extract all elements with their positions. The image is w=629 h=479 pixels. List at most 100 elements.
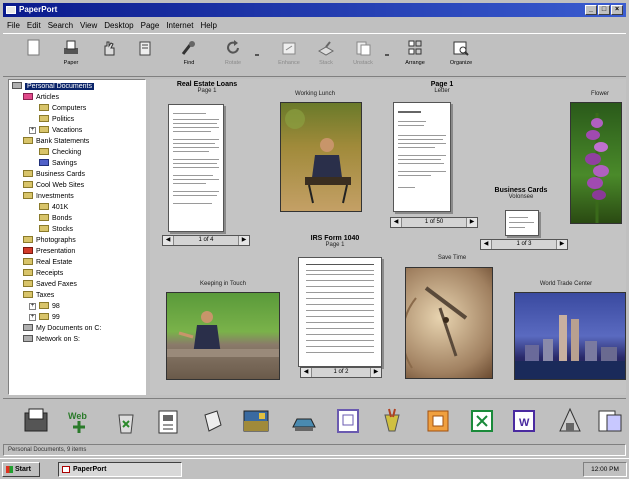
expand-icon[interactable]: +	[29, 314, 36, 321]
desktop-view[interactable]: Real Estate Loans Page 1 ◀ 1 of 4 ▶ Work…	[150, 79, 626, 395]
tree-item-98[interactable]: 98	[39, 301, 60, 312]
prev-page-button[interactable]: ◀	[481, 240, 492, 249]
arrange-icon	[406, 39, 424, 57]
doc-irs-form[interactable]: IRS Form 1040 Page 1	[300, 235, 370, 248]
next-page-button[interactable]: ▶	[556, 240, 567, 249]
doc-page-thumbnail[interactable]	[168, 104, 224, 232]
doc-business-cards[interactable]: Business Cards Volonsee	[482, 187, 560, 200]
minimize-button[interactable]: _	[585, 5, 597, 15]
tree-item-politics[interactable]: Politics	[39, 114, 74, 125]
tree-item-personal-documents[interactable]: Personal Documents	[12, 81, 94, 92]
tree-item-computers[interactable]: Computers	[39, 103, 86, 114]
mail-icon[interactable]	[595, 405, 625, 437]
printer-icon[interactable]	[153, 405, 183, 437]
menu-view[interactable]: View	[80, 19, 97, 32]
tree-item-photographs[interactable]: Photographs	[23, 235, 76, 246]
photo-thumbnail[interactable]	[514, 292, 626, 380]
next-page-button[interactable]: ▶	[238, 236, 249, 245]
presentation-icon[interactable]	[423, 405, 453, 437]
doc-flower[interactable]: Flower	[572, 91, 628, 97]
tree-item-business-cards[interactable]: Business Cards	[23, 169, 85, 180]
menu-desktop[interactable]: Desktop	[104, 19, 133, 32]
page-navigator: ◀ 1 of 4 ▶	[162, 235, 250, 246]
find-button[interactable]: Find	[171, 37, 207, 75]
arrange-button[interactable]: Arrange	[397, 37, 433, 75]
doc-keeping-in-touch[interactable]: Keeping in Touch	[164, 281, 282, 287]
next-page-button[interactable]: ▶	[370, 368, 381, 377]
taskbar-app-paperport[interactable]: PaperPort	[58, 462, 182, 477]
doc-page-thumbnail[interactable]	[393, 102, 451, 212]
organize-button[interactable]: Organize	[443, 37, 479, 75]
ocr-icon[interactable]	[555, 405, 585, 437]
prev-page-button[interactable]: ◀	[301, 368, 312, 377]
close-button[interactable]: ×	[611, 5, 623, 15]
tree-item-cool-web-sites[interactable]: Cool Web Sites	[23, 180, 84, 191]
enhance-icon	[280, 39, 298, 57]
tree-item-taxes[interactable]: Taxes	[23, 290, 54, 301]
photo-thumbnail[interactable]	[570, 102, 622, 224]
rotate-button[interactable]: Rotate	[215, 37, 251, 75]
spreadsheet-icon[interactable]	[467, 405, 497, 437]
menu-internet[interactable]: Internet	[166, 19, 193, 32]
photo-thumbnail[interactable]	[166, 292, 280, 380]
folder-icon	[23, 191, 33, 199]
tree-item-401k[interactable]: 401K	[39, 202, 68, 213]
doc-world-trade-center[interactable]: World Trade Center	[510, 281, 622, 287]
doc-real-estate-loans[interactable]: Real Estate Loans Page 1	[162, 81, 252, 94]
web-icon[interactable]: Web	[65, 405, 95, 437]
menu-page[interactable]: Page	[141, 19, 160, 32]
photo-thumbnail[interactable]	[405, 267, 493, 379]
tree-item-stocks[interactable]: Stocks	[39, 224, 73, 235]
doc-working-lunch[interactable]: Working Lunch	[274, 91, 356, 97]
copy-icon[interactable]	[333, 405, 363, 437]
folder-icon	[39, 312, 49, 320]
folder-tree[interactable]: Personal Documents Articles Computers Po…	[8, 79, 146, 395]
tree-item-bank-statements[interactable]: Bank Statements	[23, 136, 89, 147]
paper-button[interactable]: Paper	[53, 37, 89, 75]
enhance-button[interactable]: Enhance	[271, 37, 307, 75]
tree-item-bonds[interactable]: Bonds	[39, 213, 72, 224]
start-button[interactable]: Start	[2, 462, 40, 477]
tree-item-presentation[interactable]: Presentation	[23, 246, 75, 257]
prev-page-button[interactable]: ◀	[391, 218, 402, 227]
menu-file[interactable]: File	[7, 19, 20, 32]
maximize-button[interactable]: □	[598, 5, 610, 15]
tree-item-savings[interactable]: Savings	[39, 158, 77, 169]
unstack-button[interactable]: Unstack	[345, 37, 381, 75]
tree-item-my-documents[interactable]: My Documents on C:	[23, 323, 101, 334]
photo-thumbnail[interactable]	[280, 102, 362, 212]
tree-item-saved-faxes[interactable]: Saved Faxes	[23, 279, 77, 290]
tree-item-vacations[interactable]: Vacations	[39, 125, 82, 136]
fax-icon[interactable]	[21, 405, 51, 437]
paint-icon[interactable]	[377, 405, 407, 437]
menu-edit[interactable]: Edit	[27, 19, 41, 32]
hand-button[interactable]	[91, 37, 127, 75]
cut-button[interactable]	[127, 37, 163, 75]
tree-item-99[interactable]: 99	[39, 312, 60, 323]
folder-icon	[23, 290, 33, 298]
word-icon[interactable]: W	[509, 405, 539, 437]
scanner-icon[interactable]	[289, 405, 319, 437]
menu-search[interactable]: Search	[48, 19, 73, 32]
expand-icon[interactable]: +	[29, 303, 36, 310]
tree-item-receipts[interactable]: Receipts	[23, 268, 63, 279]
tree-item-network[interactable]: Network on S:	[23, 334, 80, 345]
photo-editor-icon[interactable]	[241, 405, 271, 437]
tree-item-checking[interactable]: Checking	[39, 147, 81, 158]
menu-help[interactable]: Help	[200, 19, 216, 32]
globe-icon[interactable]	[197, 405, 227, 437]
doc-card-thumbnail[interactable]	[505, 210, 539, 236]
tree-item-articles[interactable]: Articles	[23, 92, 59, 103]
recycle-icon[interactable]	[111, 405, 141, 437]
stack-button[interactable]: Stack	[308, 37, 344, 75]
doc-save-time[interactable]: Save Time	[408, 255, 496, 261]
prev-page-button[interactable]: ◀	[163, 236, 174, 245]
new-page-button[interactable]	[15, 37, 51, 75]
doc-letter[interactable]: Page 1 Letter	[402, 81, 482, 94]
next-page-button[interactable]: ▶	[466, 218, 477, 227]
tree-item-real-estate[interactable]: Real Estate	[23, 257, 72, 268]
tree-item-investments[interactable]: Investments	[23, 191, 74, 202]
expand-icon[interactable]: +	[29, 127, 36, 134]
doc-page-thumbnail[interactable]	[298, 257, 382, 367]
app-icon[interactable]	[6, 6, 16, 14]
